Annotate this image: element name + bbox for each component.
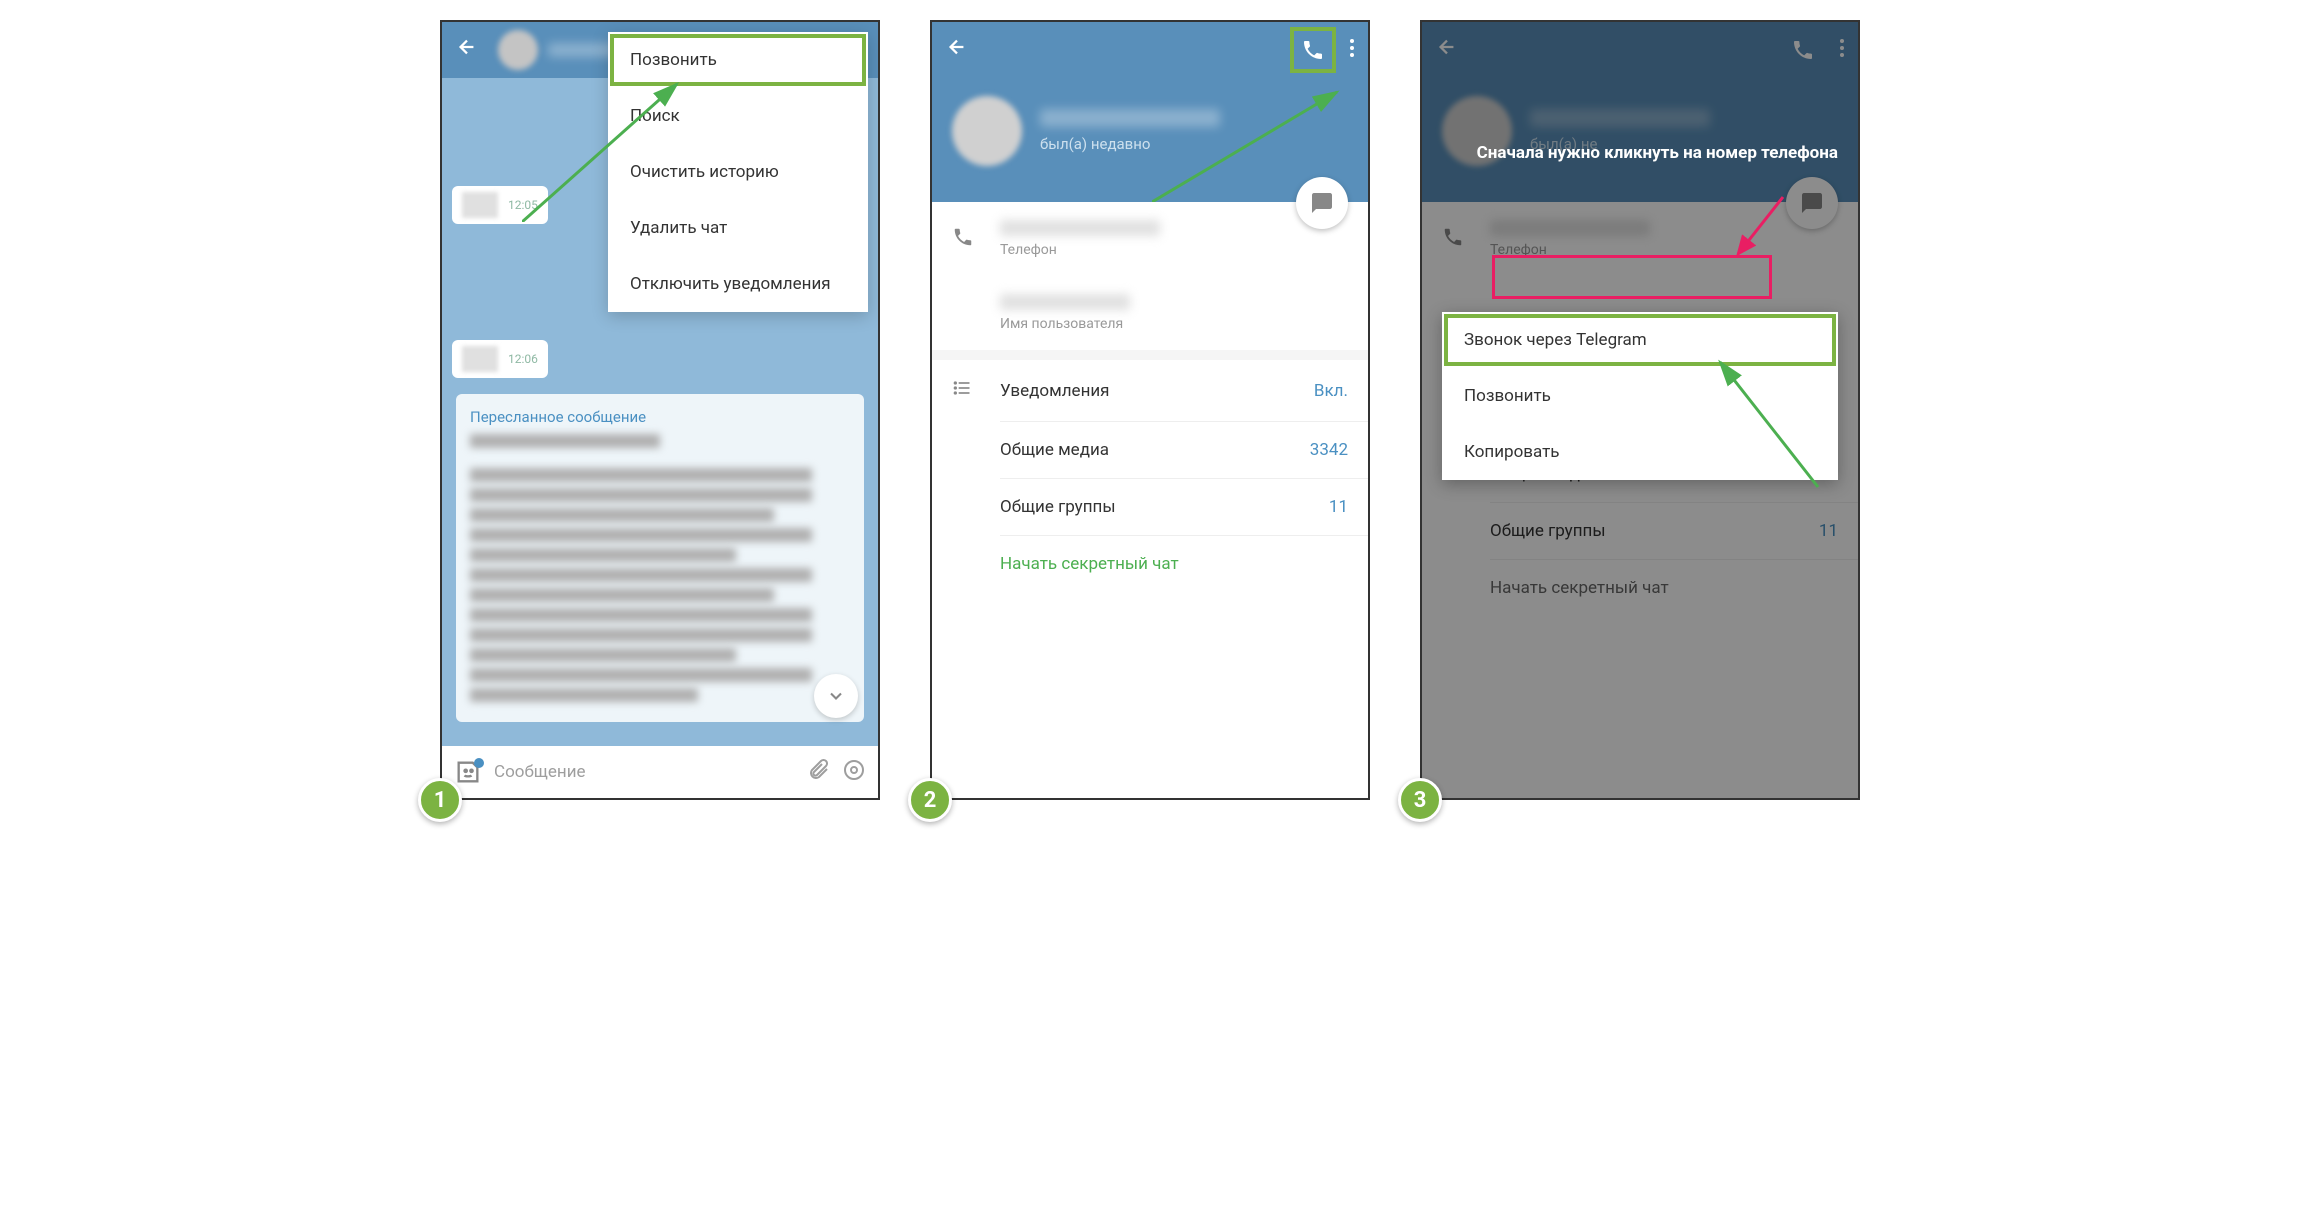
- menu-item-mute[interactable]: Отключить уведомления: [608, 256, 868, 312]
- notifications-row[interactable]: Уведомления Вкл.: [932, 360, 1368, 421]
- attach-icon[interactable]: [806, 758, 830, 786]
- notifications-label: Уведомления: [1000, 381, 1110, 401]
- phone-number: [1000, 220, 1160, 236]
- screen-2: был(а) недавно Телефон Имя пользователя: [930, 20, 1370, 800]
- menu-item-search[interactable]: Поиск: [608, 88, 868, 144]
- message-fab[interactable]: [1296, 177, 1348, 229]
- shared-groups-row[interactable]: Общие группы 11: [932, 479, 1368, 535]
- username-row[interactable]: Имя пользователя: [932, 276, 1368, 350]
- menu-item-clear-history[interactable]: Очистить историю: [608, 144, 868, 200]
- shared-groups-value: 11: [1329, 497, 1348, 517]
- phone-label: Телефон: [1000, 242, 1348, 258]
- profile-header: был(а) недавно: [932, 22, 1368, 202]
- step-badge: 3: [1398, 778, 1442, 822]
- forwarded-label: Пересланное сообщение: [470, 408, 850, 426]
- avatar[interactable]: [952, 96, 1022, 166]
- call-button[interactable]: [1292, 29, 1334, 71]
- screen-3: был(а) не Телефон Общие медиа 3342: [1420, 20, 1860, 800]
- scroll-down-button[interactable]: [814, 674, 858, 718]
- context-menu: Звонок через Telegram Позвонить Копирова…: [1442, 312, 1838, 480]
- message-time: 12:06: [508, 352, 538, 366]
- username: [1000, 294, 1130, 310]
- menu-item-call[interactable]: Позвонить: [608, 32, 868, 88]
- forwarded-message[interactable]: Пересланное сообщение: [456, 394, 864, 722]
- list-icon: [952, 378, 976, 403]
- phone-icon: [952, 226, 976, 252]
- screen-1: 12:05 12:06 Пересланное сообщение: [440, 20, 880, 800]
- record-icon[interactable]: [842, 758, 866, 786]
- avatar[interactable]: [498, 30, 538, 70]
- message-thumbnail: [462, 346, 498, 372]
- message-input[interactable]: Сообщение: [494, 762, 794, 782]
- message-bubble[interactable]: 12:06: [452, 340, 548, 378]
- shared-media-label: Общие медиа: [1000, 440, 1109, 460]
- message-input-bar: Сообщение: [442, 746, 878, 798]
- menu-item-delete-chat[interactable]: Удалить чат: [608, 200, 868, 256]
- back-arrow-icon[interactable]: [946, 36, 968, 64]
- more-icon[interactable]: [1350, 38, 1354, 62]
- secret-chat-button[interactable]: Начать секретный чат: [932, 536, 1368, 592]
- profile-status: был(а) недавно: [1040, 135, 1220, 153]
- annotation-tip: Сначала нужно кликнуть на номер телефона: [1477, 142, 1838, 164]
- annotation-highlight-phone: [1492, 255, 1772, 299]
- username-label: Имя пользователя: [1000, 316, 1348, 332]
- ctx-call[interactable]: Позвонить: [1442, 368, 1838, 424]
- sticker-icon[interactable]: [454, 758, 482, 786]
- overflow-menu: Позвонить Поиск Очистить историю Удалить…: [608, 32, 868, 312]
- shared-media-value: 3342: [1310, 440, 1348, 460]
- message-thumbnail: [462, 192, 498, 218]
- message-bubble[interactable]: 12:05: [452, 186, 548, 224]
- message-time: 12:05: [508, 198, 538, 212]
- shared-groups-label: Общие группы: [1000, 497, 1116, 517]
- step-badge: 2: [908, 778, 952, 822]
- back-arrow-icon[interactable]: [456, 36, 478, 64]
- shared-media-row[interactable]: Общие медиа 3342: [932, 422, 1368, 478]
- profile-name: [1040, 109, 1220, 127]
- ctx-telegram-call[interactable]: Звонок через Telegram: [1442, 312, 1838, 368]
- step-badge: 1: [418, 778, 462, 822]
- ctx-copy[interactable]: Копировать: [1442, 424, 1838, 480]
- notifications-value: Вкл.: [1314, 381, 1348, 401]
